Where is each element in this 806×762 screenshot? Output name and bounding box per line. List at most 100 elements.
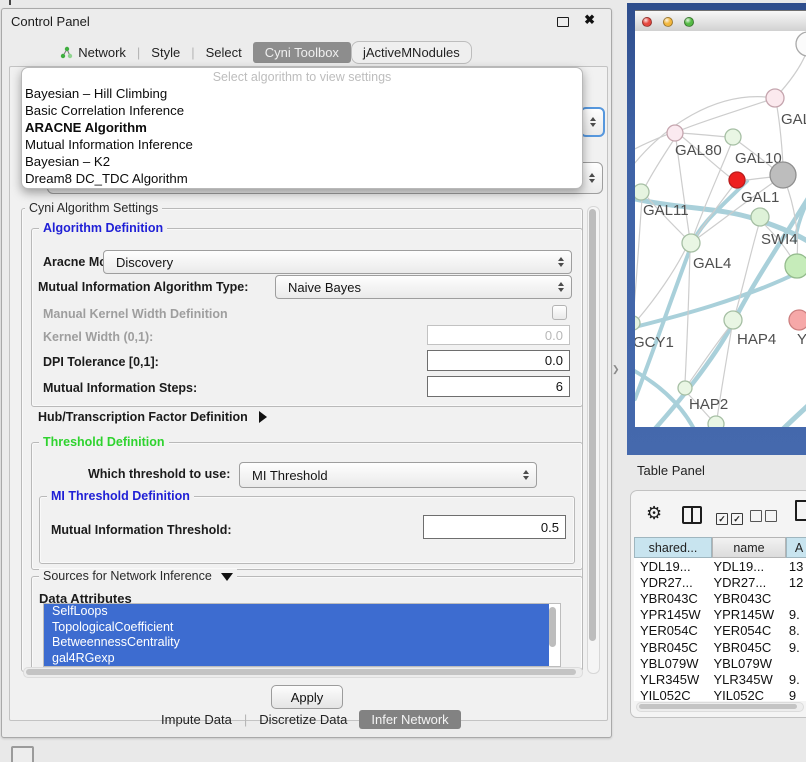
- columns-panel-icon[interactable]: [682, 506, 702, 524]
- mi-type-combo[interactable]: Naive Bayes: [275, 275, 572, 299]
- inference-algorithm-combo-button[interactable]: [580, 107, 605, 137]
- kernel-width-field[interactable]: 0.0: [427, 325, 570, 345]
- algorithm-option[interactable]: Dream8 DC_TDC Algorithm: [22, 170, 582, 187]
- data-attribute-item[interactable]: gal4RGexp: [44, 651, 549, 667]
- new-table-icon[interactable]: [795, 500, 806, 521]
- table-cell: YLR345W: [634, 672, 707, 687]
- tab-impute-data[interactable]: Impute Data: [149, 710, 244, 729]
- manual-kernel-checkbox[interactable]: [552, 305, 567, 320]
- minimize-window-icon[interactable]: [663, 17, 673, 27]
- network-node-label: Y: [797, 331, 806, 348]
- table-cell: 12: [783, 575, 806, 590]
- settings-vertical-scrollbar[interactable]: [587, 206, 600, 674]
- network-node[interactable]: [667, 125, 683, 141]
- column-header-shared-name[interactable]: shared...: [634, 537, 712, 558]
- scrollbar-thumb[interactable]: [549, 607, 556, 647]
- table-row[interactable]: YBL079WYBL079W: [634, 655, 806, 671]
- network-edge[interactable]: [685, 249, 690, 383]
- table-cell: 9.: [783, 640, 806, 655]
- algorithm-option[interactable]: Mutual Information Inference: [22, 136, 582, 153]
- control-panel-tabs: Network | Style | Select Cyni Toolbox jA…: [2, 40, 611, 64]
- manual-kernel-label: Manual Kernel Width Definition: [43, 307, 228, 321]
- network-node-label: GCY1: [635, 334, 674, 351]
- float-control-panel-button[interactable]: [11, 746, 34, 762]
- deselect-all-checkboxes-icon[interactable]: [750, 509, 780, 527]
- column-header-partial[interactable]: A: [786, 537, 806, 558]
- select-all-checkboxes-icon[interactable]: ✓✓: [716, 509, 746, 527]
- network-edge[interactable]: [635, 199, 642, 317]
- network-edge[interactable]: [779, 393, 806, 427]
- network-node[interactable]: [678, 381, 692, 395]
- network-node-label: GAL80: [675, 142, 722, 159]
- zoom-window-icon[interactable]: [684, 17, 694, 27]
- scrollbar-thumb[interactable]: [639, 704, 797, 709]
- combo-stepper-icon: [583, 173, 602, 183]
- hub-definition-disclosure[interactable]: Hub/Transcription Factor Definition: [38, 410, 267, 424]
- mi-steps-field[interactable]: 6: [427, 376, 570, 397]
- table-row[interactable]: YER054CYER054C8.: [634, 623, 806, 639]
- table-row[interactable]: YDL19...YDL19...13: [634, 558, 806, 574]
- tab-select[interactable]: Select: [195, 42, 253, 63]
- aracne-mode-value: Discovery: [104, 255, 552, 270]
- table-row[interactable]: YIL052CYIL052C9: [634, 688, 806, 702]
- tab-cyni-toolbox[interactable]: Cyni Toolbox: [253, 42, 351, 63]
- network-view-canvas[interactable]: GALGAL80GAL10GAL1GAL11SWI4GAL4GCY1HAP4YH…: [635, 31, 806, 427]
- table-horizontal-scrollbar[interactable]: [636, 702, 804, 712]
- network-edge[interactable]: [653, 187, 806, 427]
- algorithm-option[interactable]: Bayesian – Hill Climbing: [22, 85, 582, 102]
- cyni-bottom-tabs: Impute Data | Discretize Data Infer Netw…: [149, 709, 461, 729]
- algorithm-option[interactable]: Bayesian – K2: [22, 153, 582, 170]
- network-node[interactable]: [789, 310, 806, 330]
- which-threshold-combo[interactable]: MI Threshold: [239, 462, 537, 488]
- table-row[interactable]: YBR043CYBR043C: [634, 590, 806, 606]
- gear-icon[interactable]: ⚙: [646, 503, 662, 524]
- algorithm-option[interactable]: ARACNE Algorithm: [22, 119, 582, 136]
- data-attribute-item[interactable]: TopologicalCoefficient: [44, 620, 549, 636]
- algorithm-option[interactable]: Basic Correlation Inference: [22, 102, 582, 119]
- data-attributes-list[interactable]: SelfLoopsTopologicalCoefficientBetweenne…: [43, 603, 561, 667]
- data-attribute-item[interactable]: BetweennessCentrality: [44, 635, 549, 651]
- close-window-icon[interactable]: [642, 17, 652, 27]
- network-node[interactable]: [724, 311, 742, 329]
- close-icon[interactable]: ✖: [584, 12, 595, 28]
- tab-discretize-data[interactable]: Discretize Data: [247, 710, 359, 729]
- scrollbar-thumb[interactable]: [26, 669, 576, 675]
- network-edge[interactable]: [689, 325, 731, 383]
- table-row[interactable]: YLR345WYLR345W9.: [634, 671, 806, 687]
- dpi-tolerance-field[interactable]: 0.0: [427, 350, 570, 371]
- aracne-mode-combo[interactable]: Discovery: [103, 250, 572, 274]
- apply-button[interactable]: Apply: [271, 685, 343, 709]
- network-node[interactable]: [708, 416, 724, 427]
- mi-threshold-field[interactable]: 0.5: [423, 515, 566, 539]
- network-node[interactable]: [682, 234, 700, 252]
- column-header-name[interactable]: name: [712, 537, 786, 558]
- table-row[interactable]: YBR045CYBR045C9.: [634, 639, 806, 655]
- network-edge[interactable]: [679, 133, 729, 137]
- network-window-titlebar[interactable]: [635, 10, 806, 33]
- network-edge[interactable]: [741, 177, 772, 181]
- data-attribute-item[interactable]: SelfLoops: [44, 604, 549, 620]
- panel-title: Control Panel: [11, 14, 90, 29]
- tab-jactivemnodules[interactable]: jActiveMNodules: [351, 41, 472, 64]
- settings-horizontal-scrollbar[interactable]: [23, 667, 583, 678]
- table-row[interactable]: YDR27...YDR27...12: [634, 574, 806, 590]
- network-node[interactable]: [729, 172, 745, 188]
- float-window-icon[interactable]: [557, 17, 569, 27]
- list-vertical-scrollbar[interactable]: [549, 605, 558, 663]
- network-node[interactable]: [635, 184, 649, 200]
- table-row[interactable]: YPR145WYPR145W9.: [634, 607, 806, 623]
- network-node[interactable]: [766, 89, 784, 107]
- network-node[interactable]: [785, 254, 806, 278]
- network-node[interactable]: [770, 162, 796, 188]
- network-node[interactable]: [751, 208, 769, 226]
- splitter-handle[interactable]: ❯: [612, 364, 620, 375]
- tab-network[interactable]: Network: [49, 42, 137, 63]
- tab-infer-network[interactable]: Infer Network: [359, 710, 460, 729]
- sources-group-title[interactable]: Sources for Network Inference: [39, 569, 237, 583]
- scrollbar-thumb[interactable]: [589, 209, 596, 641]
- network-node[interactable]: [725, 129, 741, 145]
- network-node[interactable]: [796, 32, 806, 56]
- tab-style[interactable]: Style: [140, 42, 191, 63]
- network-edge[interactable]: [644, 135, 677, 189]
- network-edge[interactable]: [635, 271, 801, 329]
